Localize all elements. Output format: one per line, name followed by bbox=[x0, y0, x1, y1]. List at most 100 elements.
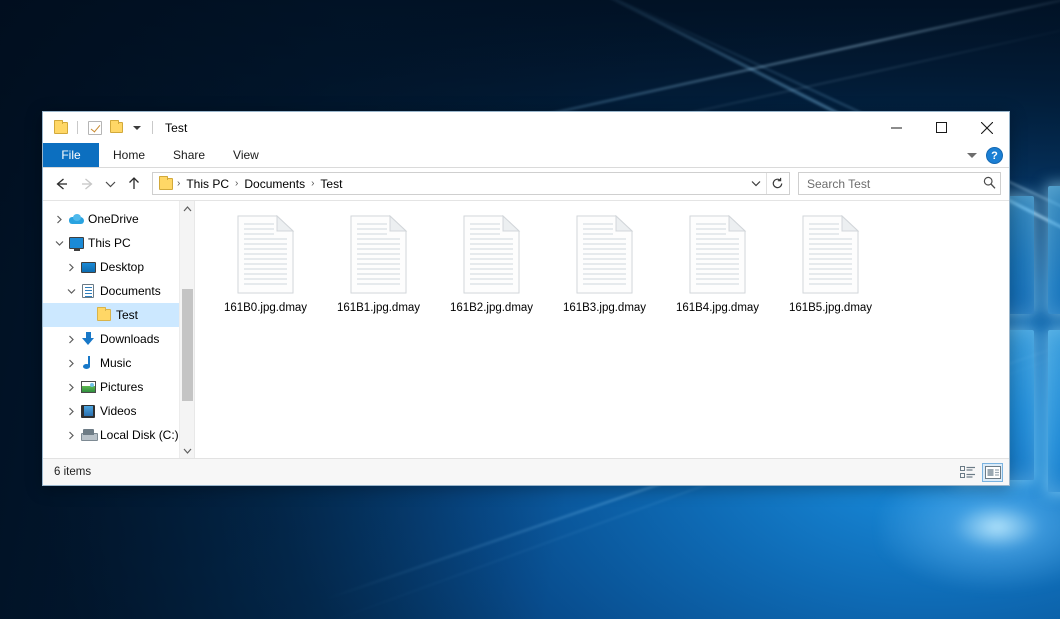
onedrive-cloud-icon bbox=[67, 214, 85, 224]
sidebar-item-label: Downloads bbox=[100, 332, 159, 346]
folder-icon[interactable] bbox=[51, 118, 70, 137]
sidebar-item-desktop[interactable]: Desktop bbox=[43, 255, 194, 279]
music-icon bbox=[79, 356, 97, 370]
chevron-right-icon[interactable] bbox=[51, 215, 67, 224]
file-name: 161B0.jpg.dmay bbox=[224, 301, 307, 315]
file-list-pane[interactable]: 161B0.jpg.dmay bbox=[195, 201, 1009, 458]
sidebar-item-music[interactable]: Music bbox=[43, 351, 194, 375]
breadcrumb-test[interactable]: Test bbox=[315, 177, 347, 191]
generic-document-icon bbox=[461, 215, 523, 295]
generic-document-icon bbox=[800, 215, 862, 295]
breadcrumb-bar[interactable]: › This PC › Documents › Test bbox=[152, 172, 790, 195]
sidebar-item-downloads[interactable]: Downloads bbox=[43, 327, 194, 351]
item-count-label: 6 items bbox=[54, 466, 91, 478]
tab-view[interactable]: View bbox=[219, 143, 273, 167]
logo-pane bbox=[1048, 330, 1060, 492]
chevron-right-icon[interactable] bbox=[63, 263, 79, 272]
generic-document-icon bbox=[348, 215, 410, 295]
sidebar-item-label: Documents bbox=[100, 284, 161, 298]
sidebar-item-documents[interactable]: Documents bbox=[43, 279, 194, 303]
breadcrumb-documents[interactable]: Documents bbox=[239, 177, 310, 191]
chevron-right-icon[interactable] bbox=[63, 407, 79, 416]
up-arrow-icon[interactable] bbox=[122, 172, 146, 196]
close-icon[interactable] bbox=[964, 112, 1009, 143]
scroll-up-icon[interactable] bbox=[180, 201, 195, 216]
file-name: 161B4.jpg.dmay bbox=[676, 301, 759, 315]
minimize-icon[interactable] bbox=[874, 112, 919, 143]
folder-icon bbox=[95, 309, 113, 321]
new-folder-icon[interactable] bbox=[107, 118, 126, 137]
videos-icon bbox=[79, 405, 97, 418]
chevron-down-icon[interactable] bbox=[745, 173, 766, 194]
maximize-icon[interactable] bbox=[919, 112, 964, 143]
file-item[interactable]: 161B5.jpg.dmay bbox=[774, 209, 887, 315]
downloads-icon bbox=[79, 332, 97, 346]
status-bar: 6 items bbox=[43, 458, 1009, 485]
chevron-down-icon[interactable] bbox=[967, 153, 977, 158]
title-bar: Test bbox=[43, 112, 1009, 143]
tab-home[interactable]: Home bbox=[99, 143, 159, 167]
toolbar-separator bbox=[152, 121, 153, 134]
sidebar-item-this-pc[interactable]: This PC bbox=[43, 231, 194, 255]
search-icon[interactable] bbox=[983, 176, 996, 192]
chevron-down-icon[interactable] bbox=[133, 126, 141, 130]
sidebar-item-label: Music bbox=[100, 356, 131, 370]
tab-home-label: Home bbox=[113, 148, 145, 162]
chevron-right-icon[interactable] bbox=[63, 359, 79, 368]
pictures-icon bbox=[79, 381, 97, 393]
tab-file[interactable]: File bbox=[43, 143, 99, 167]
generic-document-icon bbox=[235, 215, 297, 295]
chevron-right-icon[interactable] bbox=[63, 335, 79, 344]
breadcrumb-this-pc[interactable]: This PC bbox=[181, 177, 234, 191]
details-view-icon[interactable] bbox=[957, 463, 978, 482]
generic-document-icon bbox=[574, 215, 636, 295]
scroll-down-icon[interactable] bbox=[180, 443, 195, 458]
navigation-scrollbar[interactable] bbox=[179, 201, 194, 458]
recent-locations-chevron-icon[interactable] bbox=[101, 172, 120, 196]
sidebar-item-videos[interactable]: Videos bbox=[43, 399, 194, 423]
view-mode-buttons bbox=[957, 463, 1003, 482]
search-input[interactable]: Search Test bbox=[807, 177, 983, 191]
sidebar-item-label: Pictures bbox=[100, 380, 143, 394]
file-item[interactable]: 161B2.jpg.dmay bbox=[435, 209, 548, 315]
file-explorer-window: Test File Home Share View bbox=[42, 111, 1010, 486]
file-item[interactable]: 161B4.jpg.dmay bbox=[661, 209, 774, 315]
sidebar-item-label: Test bbox=[116, 308, 138, 322]
tab-view-label: View bbox=[233, 148, 259, 162]
chevron-right-icon[interactable] bbox=[63, 431, 79, 440]
help-icon[interactable]: ? bbox=[986, 147, 1003, 164]
window-controls bbox=[874, 112, 1009, 143]
large-icons-view-icon[interactable] bbox=[982, 463, 1003, 482]
sidebar-item-pictures[interactable]: Pictures bbox=[43, 375, 194, 399]
properties-checkbox-icon[interactable] bbox=[85, 118, 104, 137]
sidebar-item-label: Local Disk (C:) bbox=[100, 428, 179, 442]
tab-file-label: File bbox=[61, 148, 80, 162]
scrollbar-thumb[interactable] bbox=[182, 289, 193, 401]
breadcrumb-actions bbox=[745, 173, 788, 194]
local-disk-icon bbox=[79, 429, 97, 441]
file-name: 161B5.jpg.dmay bbox=[789, 301, 872, 315]
chevron-down-icon[interactable] bbox=[63, 288, 79, 295]
breadcrumb: › This PC › Documents › Test bbox=[176, 177, 745, 191]
refresh-icon[interactable] bbox=[767, 173, 788, 194]
sidebar-item-local-disk[interactable]: Local Disk (C:) bbox=[43, 423, 194, 447]
back-arrow-icon[interactable] bbox=[49, 172, 73, 196]
navigation-pane: OneDrive This PC Desktop bbox=[43, 201, 195, 458]
sidebar-item-onedrive[interactable]: OneDrive bbox=[43, 207, 194, 231]
tab-share[interactable]: Share bbox=[159, 143, 219, 167]
file-grid: 161B0.jpg.dmay bbox=[195, 201, 1009, 315]
chevron-right-icon[interactable] bbox=[63, 383, 79, 392]
file-item[interactable]: 161B0.jpg.dmay bbox=[209, 209, 322, 315]
tab-share-label: Share bbox=[173, 148, 205, 162]
toolbar-separator bbox=[77, 121, 78, 134]
window-title: Test bbox=[165, 121, 187, 135]
chevron-down-icon[interactable] bbox=[51, 240, 67, 247]
folder-icon bbox=[159, 178, 173, 190]
search-box[interactable]: Search Test bbox=[798, 172, 1001, 195]
file-item[interactable]: 161B1.jpg.dmay bbox=[322, 209, 435, 315]
generic-document-icon bbox=[687, 215, 749, 295]
sidebar-item-test[interactable]: Test bbox=[43, 303, 194, 327]
quick-access-toolbar: Test bbox=[43, 118, 187, 137]
navigation-tree: OneDrive This PC Desktop bbox=[43, 201, 194, 447]
file-item[interactable]: 161B3.jpg.dmay bbox=[548, 209, 661, 315]
